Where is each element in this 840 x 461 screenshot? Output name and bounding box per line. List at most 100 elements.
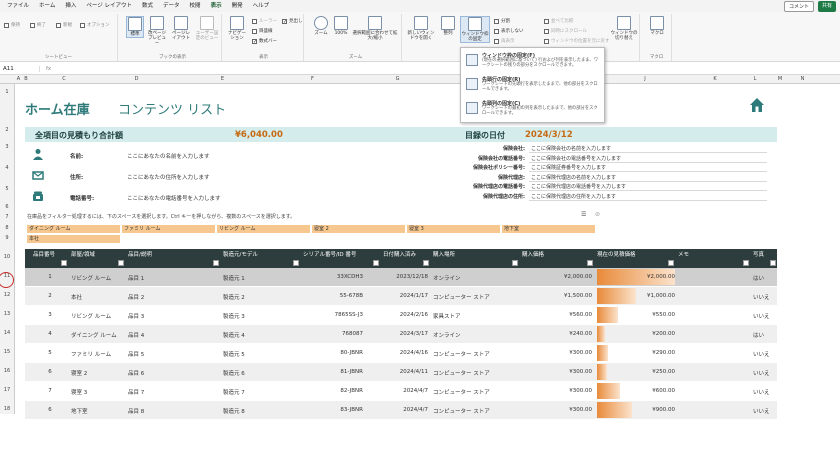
menu-item[interactable]: データ <box>158 0 185 12</box>
column-header[interactable]: C <box>30 76 98 82</box>
side-by-side-button[interactable]: 並べて比較 <box>544 18 573 24</box>
cell-serial[interactable]: 7865SS-J3 <box>303 312 363 318</box>
column-header[interactable]: K <box>690 76 740 82</box>
cell-price[interactable]: ¥560.00 <box>522 312 592 318</box>
cell-price[interactable]: ¥300.00 <box>522 350 592 356</box>
table-row[interactable]: 1 リビング ルーム 品目 1 製造元 1 33XCDH3 2023/12/18 オンライン… <box>25 268 777 286</box>
cell-room[interactable]: 寝室 2 <box>71 369 126 377</box>
ruler-checkbox[interactable]: ルーラー <box>252 18 277 24</box>
cell-no[interactable]: 2 <box>43 293 57 299</box>
freeze-panes-item[interactable]: ウィンドウ枠の固定(F) (現在の選択範囲に基づいて) 行および列を表示したまま、… <box>463 50 603 71</box>
cell-serial[interactable]: 83-JBNR <box>303 407 363 413</box>
row-header[interactable]: 10 <box>0 254 14 260</box>
cell-price[interactable]: ¥1,500.00 <box>522 293 592 299</box>
cell-no[interactable]: 6 <box>43 407 57 413</box>
cell-date[interactable]: 2024/4/16 <box>383 350 428 356</box>
cell-serial[interactable]: 81-JBNR <box>303 369 363 375</box>
hide-button[interactable]: 表示しない <box>494 28 524 34</box>
cell-est[interactable]: ¥200.00 <box>597 331 675 337</box>
cell-item[interactable]: 品目 3 <box>128 312 218 320</box>
cell-serial[interactable]: 768087 <box>303 331 363 337</box>
cell-price[interactable]: ¥300.00 <box>522 388 592 394</box>
cell-date[interactable]: 2024/1/17 <box>383 293 428 299</box>
filter-dropdown-icon[interactable] <box>118 260 124 266</box>
slicer-bedroom3[interactable]: 寝室 3 <box>407 225 500 233</box>
filter-dropdown-icon[interactable] <box>213 260 219 266</box>
cell-room[interactable]: 本社 <box>71 293 126 301</box>
cell-no[interactable]: 3 <box>43 312 57 318</box>
menu-item[interactable]: 開発 <box>227 0 248 12</box>
cell-no[interactable]: 1 <box>43 274 57 280</box>
cell-photo[interactable]: いいえ <box>753 407 773 415</box>
menu-item[interactable]: 校閲 <box>185 0 206 12</box>
comment-button[interactable]: コメント <box>783 1 814 12</box>
row-header[interactable]: 6 <box>0 204 14 210</box>
sheetview-new[interactable]: 新規 <box>56 22 72 28</box>
cell-maker[interactable]: 製造元 1 <box>223 274 298 282</box>
cell-photo[interactable]: はい <box>753 274 773 282</box>
menu-item[interactable]: 数式 <box>137 0 158 12</box>
reset-position-button[interactable]: ウィンドウの位置を元に戻す <box>544 38 610 44</box>
slicer-family[interactable]: ファミリ ルーム <box>122 225 215 233</box>
macro-button[interactable]: マクロ <box>646 16 668 36</box>
cell-date[interactable]: 2024/3/17 <box>383 331 428 337</box>
headings-checkbox[interactable]: 見出し <box>282 18 303 24</box>
gridlines-checkbox[interactable]: 目盛線 <box>252 28 273 34</box>
cell-place[interactable]: コンピューター ストア <box>433 293 518 301</box>
arrange-button[interactable]: 整列 <box>438 16 458 36</box>
column-header[interactable]: E <box>175 76 270 82</box>
row-header[interactable]: 15 <box>0 349 14 355</box>
table-row[interactable]: 2 本社 品目 2 製造元 2 55-678B 2024/1/17 コンピューター ストア ¥… <box>25 287 777 305</box>
cell-place[interactable]: オンライン <box>433 331 518 339</box>
cell-est[interactable]: ¥1,000.00 <box>597 293 675 299</box>
column-header[interactable]: M <box>770 76 790 82</box>
column-header[interactable]: J <box>600 76 690 82</box>
freeze-first-column-item[interactable]: 先頭列の固定(C) ワークシートの最初の列を表示したままで、他の部分をスクロールで… <box>463 98 603 119</box>
filter-dropdown-icon[interactable] <box>512 260 518 266</box>
normal-view-button[interactable]: 標準 <box>126 16 144 38</box>
cell-item[interactable]: 品目 2 <box>128 293 218 301</box>
cell-serial[interactable]: 33XCDH3 <box>303 274 363 280</box>
cell-est[interactable]: ¥900.00 <box>597 407 675 413</box>
cell-place[interactable]: オンライン <box>433 274 518 282</box>
cell-maker[interactable]: 製造元 6 <box>223 369 298 377</box>
row-header[interactable]: 17 <box>0 387 14 393</box>
column-header[interactable]: A <box>15 76 22 82</box>
row-header[interactable]: 18 <box>0 406 14 412</box>
menu-item[interactable]: ヘルプ <box>248 0 275 12</box>
menu-item[interactable]: 挿入 <box>60 0 81 12</box>
row-header[interactable]: 9 <box>0 235 14 241</box>
cell-maker[interactable]: 製造元 5 <box>223 350 298 358</box>
cell-maker[interactable]: 製造元 7 <box>223 388 298 396</box>
navigation-button[interactable]: ナビゲーション <box>226 16 248 41</box>
insurance-value[interactable]: ここに保険証券番号を入力します <box>529 164 767 172</box>
cell-photo[interactable]: いいえ <box>753 293 773 301</box>
insurance-value[interactable]: ここに保険会社の電話番号を入力します <box>529 154 767 163</box>
cell-price[interactable]: ¥240.00 <box>522 331 592 337</box>
insurance-value[interactable]: ここに保険代理店の住所を入力します <box>529 192 767 201</box>
zoom-100-button[interactable]: 100% <box>332 16 350 36</box>
row-header[interactable]: 12 <box>0 292 14 298</box>
cell-room[interactable]: 寝室 3 <box>71 388 126 396</box>
switch-window-button[interactable]: ウィンドウの切り替え <box>610 16 638 41</box>
row-header[interactable]: 7 <box>0 214 14 220</box>
unhide-button[interactable]: 再表示 <box>494 38 515 44</box>
sync-scroll-button[interactable]: 同時にスクロール <box>544 28 587 34</box>
cell-photo[interactable]: はい <box>753 331 773 339</box>
cell-photo[interactable]: いいえ <box>753 388 773 396</box>
cell-no[interactable]: 7 <box>43 388 57 394</box>
row-header[interactable]: 16 <box>0 368 14 374</box>
cell-serial[interactable]: 82-JBNR <box>303 388 363 394</box>
filter-dropdown-icon[interactable] <box>587 260 593 266</box>
zoom-selection-button[interactable]: 選択範囲に合わせて拡大/縮小 <box>352 16 398 41</box>
table-row[interactable]: 6 寝室 2 品目 6 製造元 6 81-JBNR 2024/4/11 コンピューター スト… <box>25 363 777 381</box>
cell-item[interactable]: 品目 6 <box>128 369 218 377</box>
column-header[interactable]: F <box>270 76 355 82</box>
cell-photo[interactable]: いいえ <box>753 312 773 320</box>
row-header[interactable]: 3 <box>0 144 14 150</box>
insurance-value[interactable]: ここに保険代理店の電話番号を入力します <box>529 183 767 191</box>
slicer-office[interactable]: 本社 <box>27 235 120 243</box>
table-row[interactable]: 4 ダイニング ルーム 品目 4 製造元 4 768087 2024/3/17 オンライン ¥… <box>25 325 777 343</box>
cell-est[interactable]: ¥600.00 <box>597 388 675 394</box>
owner-name-value[interactable]: ここにあなたの名前を入力します <box>127 152 210 160</box>
